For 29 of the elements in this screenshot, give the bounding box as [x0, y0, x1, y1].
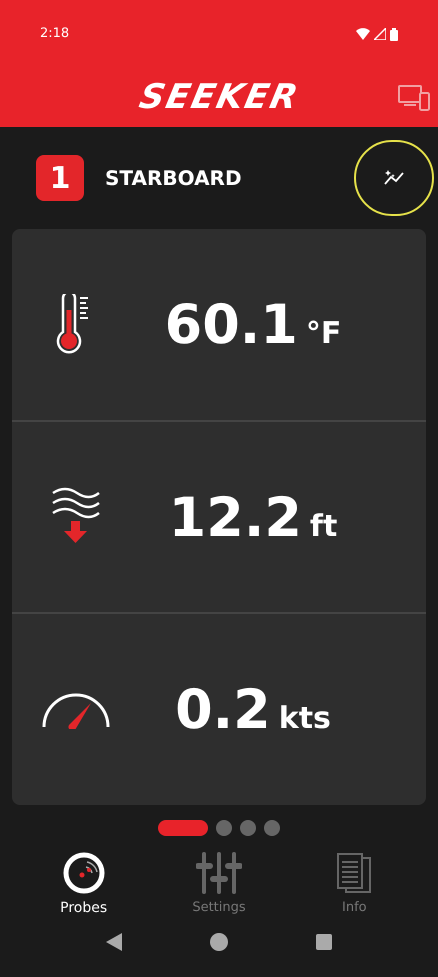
home-icon[interactable] — [210, 933, 228, 951]
signal-icon — [374, 28, 386, 40]
probe-number: 1 — [36, 155, 84, 201]
wifi-icon — [356, 28, 370, 40]
seeker-logo: SEEKER — [134, 76, 304, 119]
reading-unit: °F — [306, 314, 342, 353]
page-indicator[interactable] — [216, 820, 232, 836]
reading-unit: kts — [278, 700, 331, 738]
page-indicator[interactable] — [264, 820, 280, 836]
sliders-icon — [196, 852, 242, 894]
nav-tab[interactable]: Settings — [164, 852, 274, 919]
battery-icon — [390, 28, 398, 40]
back-icon[interactable] — [106, 933, 122, 951]
speedometer-icon — [41, 690, 111, 729]
reading-value: 60.1 — [164, 292, 298, 358]
sparkle-trend-icon — [383, 170, 405, 186]
nav-tab[interactable]: Info — [299, 852, 410, 919]
devices-icon[interactable] — [398, 84, 430, 110]
probe-name: STARBOARD — [105, 165, 243, 192]
reading-value: 0.2 — [175, 677, 271, 744]
documents-icon — [336, 852, 372, 894]
sonar-icon — [62, 852, 105, 894]
status-time: 2:18 — [40, 25, 70, 44]
reading-unit: ft — [310, 508, 338, 546]
page-indicator[interactable] — [158, 820, 208, 836]
trend-button[interactable] — [354, 140, 434, 216]
nav-tab[interactable]: Probes — [28, 852, 139, 919]
page-indicator[interactable] — [240, 820, 256, 836]
reading-value: 12.2 — [168, 484, 302, 550]
